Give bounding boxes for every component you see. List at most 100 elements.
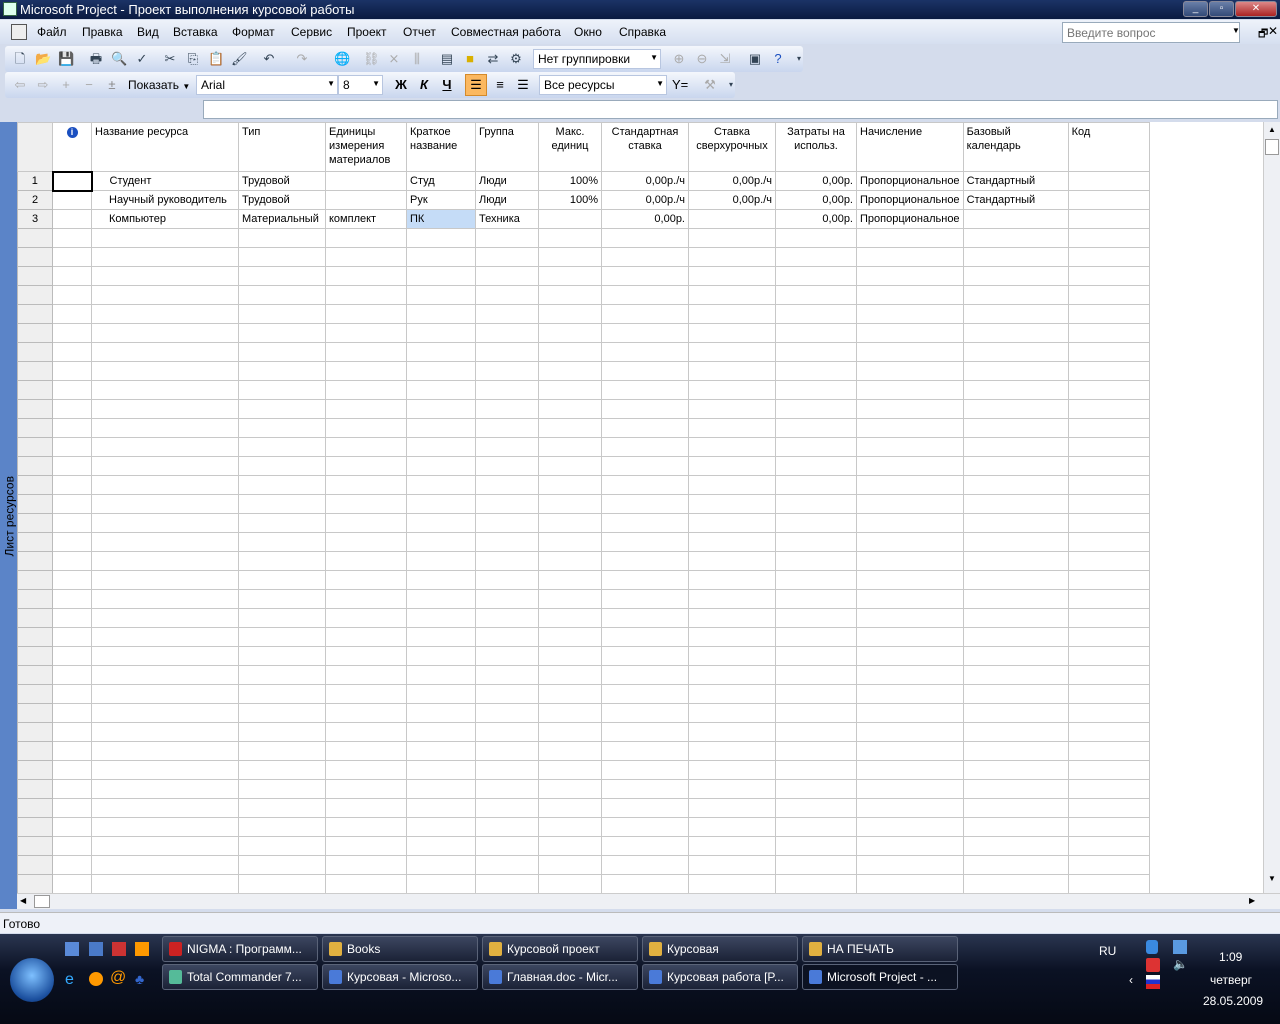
cell-type[interactable]	[238, 722, 326, 742]
cell-type[interactable]	[238, 798, 326, 818]
row-header[interactable]	[17, 665, 53, 685]
cell-short[interactable]	[406, 817, 476, 837]
cell-accrue[interactable]	[856, 608, 964, 628]
cell-calendar[interactable]	[962, 304, 1069, 324]
column-header[interactable]: Макс. единиц	[538, 122, 602, 172]
cell-short[interactable]	[406, 760, 476, 780]
scroll-thumb[interactable]	[34, 895, 50, 908]
cell-ovt[interactable]	[688, 380, 776, 400]
cell-units[interactable]	[325, 722, 407, 742]
cell-cost[interactable]	[775, 266, 857, 286]
align-center-button[interactable]: ≡	[492, 77, 508, 93]
row-header[interactable]	[17, 874, 53, 893]
cell-calendar[interactable]	[962, 684, 1069, 704]
cell-units[interactable]	[325, 190, 407, 210]
hyperlink-icon[interactable]: 🌐	[334, 51, 350, 67]
indicator-cell[interactable]	[52, 285, 92, 305]
cell-cost[interactable]	[775, 589, 857, 609]
cell-ovt[interactable]	[688, 456, 776, 476]
cell-cost[interactable]	[775, 874, 857, 893]
cell-calendar[interactable]	[962, 779, 1069, 799]
close-button[interactable]: ✕	[1235, 1, 1277, 17]
cell-std[interactable]	[601, 532, 689, 552]
cell-accrue[interactable]	[856, 589, 964, 609]
cell-std[interactable]	[601, 703, 689, 723]
row-header[interactable]	[17, 285, 53, 305]
russian-flag-icon[interactable]	[1146, 975, 1160, 989]
cell-ovt[interactable]	[688, 551, 776, 571]
undo-icon[interactable]: ↶	[261, 51, 277, 67]
indicator-cell[interactable]	[52, 418, 92, 438]
row-header[interactable]	[17, 247, 53, 267]
cell-short[interactable]	[406, 475, 476, 495]
indicator-cell[interactable]	[52, 342, 92, 362]
cell-accrue[interactable]	[856, 304, 964, 324]
cell-std[interactable]	[601, 589, 689, 609]
cell-units[interactable]	[325, 855, 407, 875]
cell-max[interactable]	[538, 513, 602, 533]
cell-name[interactable]	[91, 323, 239, 343]
cell-max[interactable]	[538, 855, 602, 875]
row-header[interactable]	[17, 266, 53, 286]
cell-type[interactable]	[238, 855, 326, 875]
copy-icon[interactable]: ⎘	[185, 51, 201, 67]
cell-cost[interactable]	[775, 456, 857, 476]
cell-ovt[interactable]	[688, 817, 776, 837]
indicator-cell[interactable]	[52, 266, 92, 286]
cell-units[interactable]	[325, 228, 407, 248]
spelling-icon[interactable]: ✓	[134, 51, 150, 67]
cell-name[interactable]	[91, 247, 239, 267]
cell-calendar[interactable]: Стандартный	[962, 171, 1069, 191]
information-icon[interactable]: ▤	[439, 51, 455, 67]
cell-calendar[interactable]	[962, 722, 1069, 742]
cell-calendar[interactable]	[962, 475, 1069, 495]
row-header[interactable]	[17, 361, 53, 381]
column-header[interactable]: Краткое название	[406, 122, 476, 172]
new-icon[interactable]: 🗋	[12, 51, 28, 67]
cell-accrue[interactable]	[856, 475, 964, 495]
cell-cost[interactable]	[775, 817, 857, 837]
cell-std[interactable]	[601, 304, 689, 324]
cell-units[interactable]	[325, 475, 407, 495]
cell-cost[interactable]	[775, 437, 857, 457]
cell-short[interactable]	[406, 380, 476, 400]
cell-short[interactable]	[406, 684, 476, 704]
row-header[interactable]	[17, 494, 53, 514]
cell-ovt[interactable]	[688, 703, 776, 723]
cell-std[interactable]	[601, 228, 689, 248]
cell-max[interactable]	[538, 684, 602, 704]
column-header[interactable]: Затраты на использ.	[775, 122, 857, 172]
cell-units[interactable]	[325, 627, 407, 647]
menu-10[interactable]: Справка	[619, 25, 666, 39]
row-header[interactable]	[17, 323, 53, 343]
cell-cost[interactable]	[775, 665, 857, 685]
cell-name[interactable]	[91, 855, 239, 875]
cell-short[interactable]	[406, 247, 476, 267]
cell-short[interactable]	[406, 608, 476, 628]
cell-units[interactable]	[325, 532, 407, 552]
taskbar-button[interactable]: Главная.doc - Micr...	[482, 964, 638, 990]
cell-accrue[interactable]	[856, 627, 964, 647]
cell-name[interactable]	[91, 418, 239, 438]
cell-short[interactable]	[406, 266, 476, 286]
cell-units[interactable]	[325, 437, 407, 457]
cell-ovt[interactable]	[688, 627, 776, 647]
cell-accrue[interactable]	[856, 722, 964, 742]
cell-name[interactable]	[91, 456, 239, 476]
cell-code[interactable]	[1067, 798, 1150, 818]
cell-max[interactable]	[538, 836, 602, 856]
ask-question-input[interactable]	[1062, 22, 1240, 43]
cell-calendar[interactable]	[962, 817, 1069, 837]
cell-type[interactable]	[238, 532, 326, 552]
cell-max[interactable]	[538, 228, 602, 248]
cell-cost[interactable]	[775, 304, 857, 324]
cell-cost[interactable]	[775, 380, 857, 400]
cell-short[interactable]	[406, 570, 476, 590]
cell-units[interactable]	[325, 684, 407, 704]
zoom-out-icon[interactable]: ⊖	[694, 51, 710, 67]
indicator-cell[interactable]	[52, 817, 92, 837]
indicator-cell[interactable]	[52, 228, 92, 248]
cell-max[interactable]	[538, 361, 602, 381]
italic-button[interactable]: К	[416, 77, 432, 93]
cell-type[interactable]	[238, 741, 326, 761]
